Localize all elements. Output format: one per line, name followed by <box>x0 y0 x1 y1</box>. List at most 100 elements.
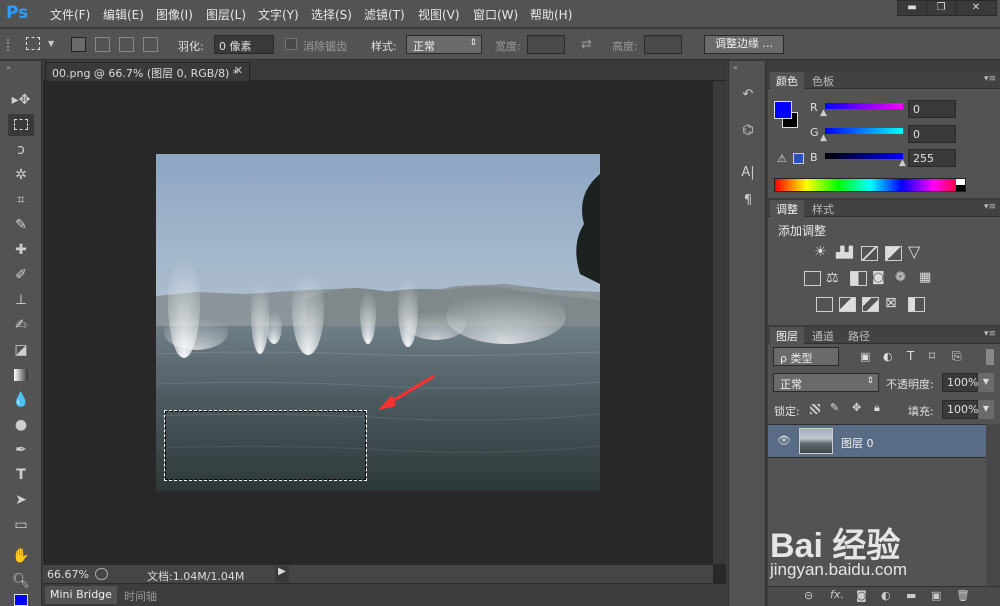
curves-icon[interactable] <box>861 246 878 261</box>
paragraph-panel-icon[interactable]: ¶ <box>738 193 758 211</box>
canvas-image[interactable] <box>156 154 600 491</box>
spectrum-black-swatch[interactable] <box>956 185 965 191</box>
menu-window[interactable]: 窗口(W) <box>473 6 518 23</box>
menu-layer[interactable]: 图层(L) <box>206 6 246 23</box>
subtract-from-selection-icon[interactable] <box>119 37 134 52</box>
tab-styles[interactable]: 样式 <box>806 200 840 217</box>
antialias-checkbox[interactable] <box>285 38 297 50</box>
menu-edit[interactable]: 编辑(E) <box>103 6 144 23</box>
tab-channels[interactable]: 通道 <box>806 327 840 344</box>
foreground-color-swatch[interactable] <box>14 594 28 606</box>
collapse-icon[interactable]: » <box>6 63 11 72</box>
r-value[interactable]: 0 <box>908 100 956 118</box>
color-balance-icon[interactable]: ⚖ <box>826 270 839 286</box>
history-panel-icon[interactable]: ↶ <box>738 87 758 105</box>
filter-smart-object-icon[interactable]: ⎘ <box>952 349 962 364</box>
add-to-selection-icon[interactable] <box>95 37 110 52</box>
tab-adjustments[interactable]: 调整 <box>770 200 804 217</box>
new-group-icon[interactable]: ▬ <box>906 589 916 602</box>
close-button[interactable]: ✕ <box>955 0 997 16</box>
style-select[interactable]: 正常 ⇕ <box>406 35 482 54</box>
lock-all-icon[interactable]: 🔒︎ <box>874 401 880 415</box>
dodge-tool-icon[interactable]: ● <box>8 414 34 436</box>
channel-mixer-icon[interactable]: ❁ <box>895 270 906 285</box>
swap-icon[interactable]: ⇄ <box>581 37 592 52</box>
foreground-color-swatch-large[interactable] <box>774 101 792 119</box>
crop-tool-icon[interactable]: ⌗ <box>8 189 34 211</box>
zoom-tool-icon[interactable]: 🔍︎ <box>8 570 34 592</box>
tab-timeline[interactable]: 时间轴 <box>119 586 162 604</box>
character-panel-icon[interactable]: A| <box>738 165 758 183</box>
pen-tool-icon[interactable]: ✒ <box>8 439 34 461</box>
tab-paths[interactable]: 路径 <box>842 327 876 344</box>
photo-filter-icon[interactable]: ◙ <box>872 270 885 285</box>
document-tab[interactable]: 00.png @ 66.7% (图层 0, RGB/8) * ✕ <box>45 62 250 81</box>
gradient-tool-icon[interactable] <box>8 364 34 386</box>
layer-filter-select[interactable]: ρ 类型 <box>773 347 839 366</box>
width-input[interactable] <box>527 35 565 54</box>
filter-type-icon[interactable]: T <box>907 349 914 363</box>
color-spectrum-bar[interactable] <box>774 178 966 192</box>
lasso-tool-icon[interactable]: ↄ <box>8 139 34 161</box>
status-menu-arrow-icon[interactable]: ▶ <box>275 566 289 582</box>
b-slider-handle-icon[interactable]: ▲ <box>899 158 906 168</box>
rectangle-tool-icon[interactable]: ▭ <box>8 514 34 536</box>
visibility-eye-icon[interactable]: 👁︎ <box>777 434 791 447</box>
filter-pixel-icon[interactable]: ▣ <box>860 350 870 363</box>
posterize-icon[interactable] <box>839 297 856 312</box>
filter-shape-icon[interactable]: ⌑ <box>929 349 935 363</box>
lock-position-icon[interactable]: ✥ <box>852 401 861 414</box>
r-slider[interactable] <box>825 103 903 109</box>
intersect-selection-icon[interactable] <box>143 37 158 52</box>
path-selection-tool-icon[interactable]: ➤ <box>8 489 34 511</box>
r-slider-handle-icon[interactable]: ▲ <box>820 108 827 118</box>
g-slider-handle-icon[interactable]: ▲ <box>820 133 827 143</box>
panel-menu-icon[interactable]: ▾≡ <box>984 202 996 212</box>
healing-brush-tool-icon[interactable]: ✚ <box>8 239 34 261</box>
blend-mode-select[interactable]: 正常 ⇕ <box>773 373 879 392</box>
tool-preset-chevron-icon[interactable]: ▼ <box>48 39 54 48</box>
eyedropper-tool-icon[interactable]: ✎ <box>8 214 34 236</box>
black-white-icon[interactable] <box>850 271 867 286</box>
web-safe-swatch[interactable] <box>793 153 804 164</box>
selective-color-icon[interactable]: ⊠ <box>885 295 897 311</box>
opacity-input[interactable]: 100% <box>942 373 978 392</box>
height-input[interactable] <box>644 35 682 54</box>
exposure-icon[interactable] <box>885 246 902 261</box>
g-slider[interactable] <box>825 128 903 134</box>
marquee-tool-icon[interactable] <box>8 114 34 136</box>
hue-saturation-icon[interactable] <box>804 271 821 286</box>
maximize-button[interactable]: ❐ <box>926 0 956 16</box>
menu-filter[interactable]: 滤镜(T) <box>364 6 405 23</box>
hand-tool-icon[interactable]: ✋ <box>8 545 34 567</box>
new-layer-icon[interactable]: ▣ <box>931 589 941 602</box>
tab-color[interactable]: 颜色 <box>770 72 804 89</box>
b-slider[interactable] <box>825 153 903 159</box>
add-mask-icon[interactable]: ◙ <box>856 589 867 602</box>
menu-file[interactable]: 文件(F) <box>50 6 90 23</box>
move-tool-icon[interactable]: ▸✥ <box>8 89 34 111</box>
menu-type[interactable]: 文字(Y) <box>258 6 299 23</box>
vibrance-icon[interactable]: ▽ <box>908 242 920 261</box>
panel-menu-icon[interactable]: ▾≡ <box>984 74 996 84</box>
menu-view[interactable]: 视图(V) <box>418 6 460 23</box>
vertical-scrollbar[interactable] <box>713 81 726 564</box>
type-tool-icon[interactable]: T <box>8 464 34 486</box>
expand-icon[interactable]: « <box>733 63 738 72</box>
fill-dropdown-icon[interactable]: ▼ <box>978 400 994 419</box>
rect-marquee-tool-icon[interactable] <box>26 37 40 50</box>
menu-select[interactable]: 选择(S) <box>311 6 352 23</box>
invert-icon[interactable] <box>816 297 833 312</box>
share-icon[interactable] <box>95 568 108 580</box>
clone-stamp-tool-icon[interactable]: ⊥ <box>8 289 34 311</box>
layer-name[interactable]: 图层 0 <box>841 435 874 451</box>
new-selection-icon[interactable] <box>71 37 86 52</box>
fill-input[interactable]: 100% <box>942 400 978 419</box>
threshold-icon[interactable] <box>862 297 879 312</box>
eraser-tool-icon[interactable]: ◪ <box>8 339 34 361</box>
filter-adjustment-icon[interactable]: ◐ <box>883 350 893 363</box>
close-tab-icon[interactable]: ✕ <box>234 64 243 77</box>
magic-wand-tool-icon[interactable]: ✲ <box>8 164 34 186</box>
g-value[interactable]: 0 <box>908 125 956 143</box>
b-value[interactable]: 255 <box>908 149 956 167</box>
